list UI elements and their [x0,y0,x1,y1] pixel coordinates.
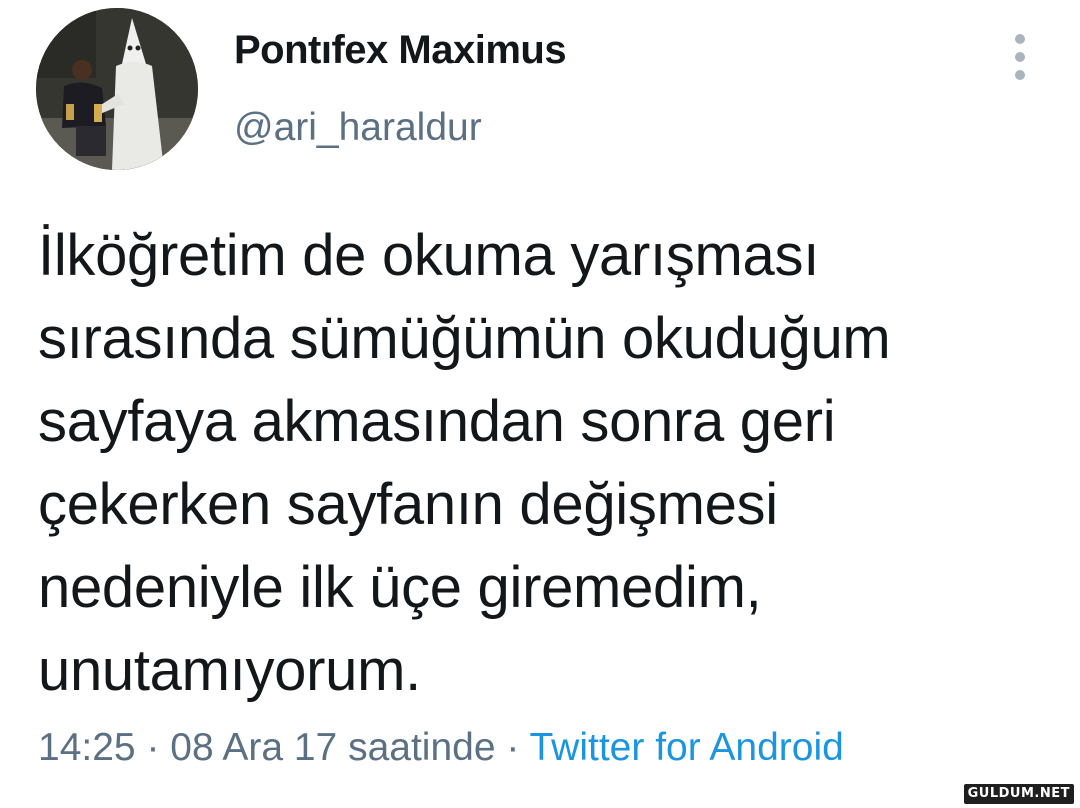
meta-separator: · [135,726,171,769]
tweet-text-line: sayfaya akmasından sonra geri [38,389,836,454]
tweet-text-line: İlköğretim de okuma yarışması [38,223,820,288]
tweet-text-line: sırasında sümüğümün okuduğum [38,306,891,371]
menu-dot [1015,52,1025,62]
tweet-time: 14:25 [38,726,136,769]
tweet-source-link[interactable]: Twitter for Android [530,726,844,769]
menu-dot [1015,70,1025,80]
tweet-text-line: unutamıyorum. [38,638,421,703]
tweet-text: İlköğretim de okuma yarışması sırasında … [38,214,1038,712]
tweet-text-line: nedeniyle ilk üçe giremedim, [38,555,762,620]
menu-dot [1015,34,1025,44]
meta-separator: · [495,726,530,769]
tweet-meta: 14:25 · 08 Ara 17 saatinde · Twitter for… [38,726,844,770]
display-name[interactable]: Pontıfex Maximus [234,28,567,73]
watermark: GULDUM.NET [963,784,1074,804]
tweet-text-line: çekerken sayfanın değişmesi [38,472,778,537]
avatar[interactable] [36,8,198,170]
more-options-icon[interactable] [1006,34,1034,80]
user-handle[interactable]: @ari_haraldur [234,106,482,150]
avatar-image [36,8,198,170]
tweet-date: 08 Ara 17 saatinde [170,726,496,769]
